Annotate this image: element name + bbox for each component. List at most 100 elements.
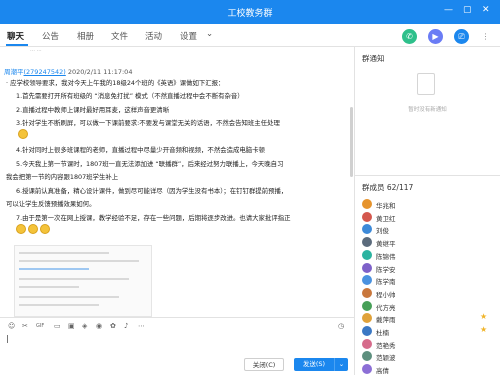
emoji-icon[interactable]: ☺ [8,322,15,330]
avatar [362,199,372,209]
sticker-icon[interactable]: ✿ [110,322,116,330]
member-name: 代方亮 [376,303,396,312]
voice-icon[interactable]: ◉ [96,322,102,330]
member-row[interactable]: 高倩 [362,364,492,375]
avatar [362,237,372,248]
group-members-title: 群成员 62/117 [362,183,414,192]
music-icon[interactable]: ♪ [124,322,128,330]
message-line: 1.首先需要打开所有班级的 “消息免打扰” 模式（不然直播过程中会不断有杂音） [16,92,244,100]
send-options-dropdown[interactable]: ⌄ [334,358,348,371]
chat-messages: … … 周潮平(279247542) 2020/2/11 11:17:04 · … [0,47,354,317]
tab-activity[interactable]: 活动 [145,30,162,42]
member-row[interactable]: 刘俊 [362,224,492,236]
screenshot-content-line [19,252,109,254]
smile-emoji-icon [40,224,50,234]
member-row[interactable]: 陈学南 [362,275,492,287]
tab-announcement[interactable]: 公告 [42,30,59,42]
member-name: 陈锦伟 [376,252,396,261]
group-notice-empty-text: 暂时没有新通知 [408,107,447,113]
smile-emoji-icon [28,224,38,234]
message-sender[interactable]: 周潮平(279247542) 2020/2/11 11:17:04 [4,66,132,76]
message-line: 我会把第一节的内容跟1807班学生补上 [6,173,119,181]
minimize-button[interactable]: — [444,5,453,15]
member-row[interactable]: 黄卫红 [362,211,492,224]
image-icon[interactable]: ▣ [68,322,75,330]
shake-icon[interactable]: ◈ [82,322,87,330]
avatar [362,300,372,311]
tab-files[interactable]: 文件 [111,30,128,42]
screenshot-content-line [19,278,129,280]
attached-screenshot-image[interactable] [14,245,152,317]
member-name: 程小帅 [376,290,396,299]
member-name: 华兆和 [376,202,396,210]
member-row[interactable]: 陈锦伟 [362,249,492,262]
send-button[interactable]: 发送(S) [294,358,334,371]
avatar [362,287,372,298]
member-row[interactable]: 代方亮 [362,300,492,313]
admin-star-icon: ★ [480,312,488,322]
video-icon[interactable]: ▶ [428,29,443,44]
member-name: 黄卫红 [376,214,396,223]
message-line: · 应学校领导要求，我对今天上午我的18级24个班的《英语》课做如下汇报： [6,79,225,87]
avatar [362,224,372,235]
window-title: 工校教务群 [227,9,273,19]
tab-dropdown-icon[interactable]: ⌄ [206,29,213,39]
screenshot-content-line [19,260,139,262]
panel-divider [354,47,355,375]
screenshot-content-line [19,286,79,288]
scissors-icon[interactable]: ✂ [22,322,28,330]
gif-icon[interactable]: GIF [36,323,44,329]
screenshot-content-line [19,304,99,306]
message-line: 可以让学生反馈预播效果如何。 [6,200,96,208]
member-row[interactable]: 范颖波 [362,351,492,363]
maximize-button[interactable]: ▢ [463,5,472,15]
close-window-button[interactable]: ✕ [482,5,490,15]
phone-icon[interactable]: ✆ [402,29,417,44]
member-name: 黄继平 [376,240,396,249]
more-icon[interactable]: ⋮ [478,29,493,44]
more-tools-icon[interactable]: ⋯ [138,322,145,330]
smile-emoji-icon [16,224,26,234]
message-input-area: ☺ ✂ GIF ▭ ▣ ◈ ◉ ✿ ♪ ⋯ ◷ | 关闭(C) 发送(S) ⌄ [0,317,354,375]
tab-settings[interactable]: 设置 [180,30,197,42]
screenshot-content-line [19,296,119,298]
avatar [362,249,372,260]
avatar [362,262,372,273]
message-line: 3.针对学生不断刷屏，可以做一下课前要求:不要发与课堂无关的话语，不然会告知班主… [16,119,280,127]
tab-bar: 聊天 公告 相册 文件 活动 设置 ⌄ ✆ ▶ ⎚ ⋮ [0,24,500,47]
member-name: 陈学南 [376,278,396,287]
member-name: 杜楠 [376,329,389,337]
avatar [362,338,372,349]
close-button[interactable]: 关闭(C) [244,358,284,371]
smile-emoji-icon [18,129,28,139]
panel-section-divider [355,175,500,176]
folder-icon[interactable]: ▭ [54,322,61,330]
member-row[interactable]: 华兆和 [362,199,492,211]
avatar [362,351,372,362]
member-name: 刘俊 [376,227,389,236]
avatar [362,364,372,375]
avatar [362,275,372,286]
member-row[interactable]: 程小帅 [362,287,492,300]
member-row[interactable]: 陈学安 [362,262,492,275]
member-row[interactable]: 黄继平 [362,237,492,249]
sender-name: 周潮平 [4,68,24,76]
member-name: 高倩 [376,367,389,375]
sender-id: (279247542) [23,68,66,76]
history-icon[interactable]: ◷ [338,322,344,330]
input-cursor: | [6,334,9,343]
title-bar: 工校教务群 — ▢ ✕ [0,0,500,24]
avatar [362,211,372,222]
chat-scrollbar[interactable] [350,107,353,177]
message-line: 7.由于是第一次在网上授课，教学经验不足，存在一些问题，后期将逐步改进。也请大家… [16,214,291,222]
tab-chat[interactable]: 聊天 [7,30,24,42]
member-row[interactable]: 范艳秀 [362,338,492,351]
message-text-input[interactable]: | [6,334,346,356]
tab-album[interactable]: 相册 [77,30,94,42]
member-row[interactable]: 杜楠 ★ [362,325,492,338]
message-line: 2.直播过程中教师上课时最好用耳麦，这样声音更清晰 [16,106,170,114]
member-name: 陈学安 [376,265,396,274]
member-row[interactable]: 戴萍雨 ★ [362,312,492,325]
avatar [362,326,372,336]
screen-share-icon[interactable]: ⎚ [454,29,469,44]
